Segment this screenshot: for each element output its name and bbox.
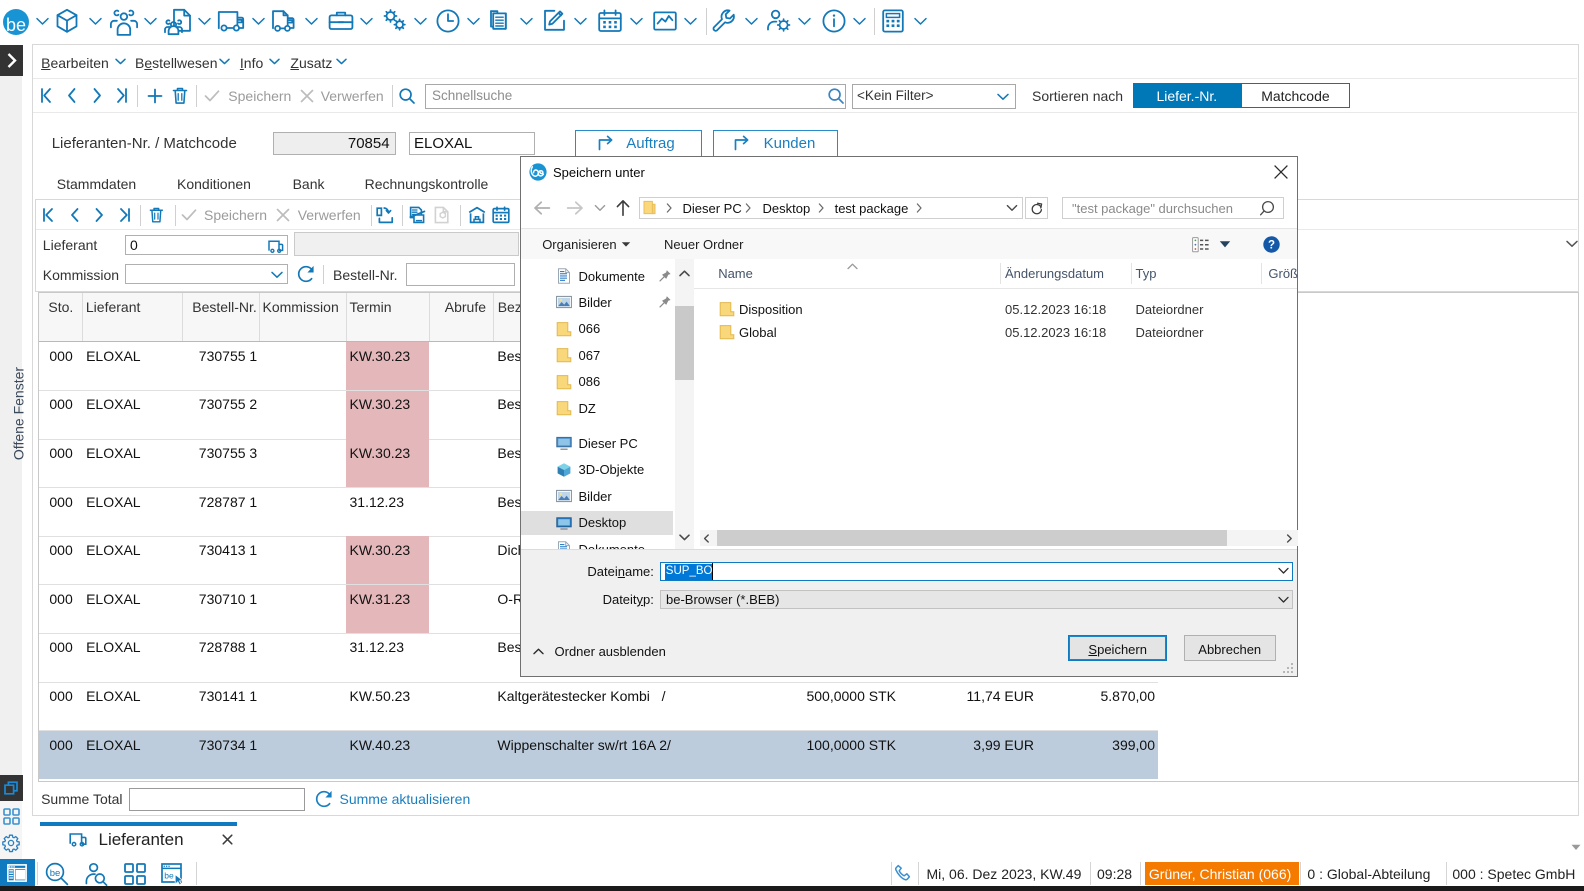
svg-text:be: be [50,868,61,879]
svg-text:be: be [164,871,174,881]
svg-text:be: be [5,15,25,35]
svg-text:?: ? [1268,240,1275,252]
